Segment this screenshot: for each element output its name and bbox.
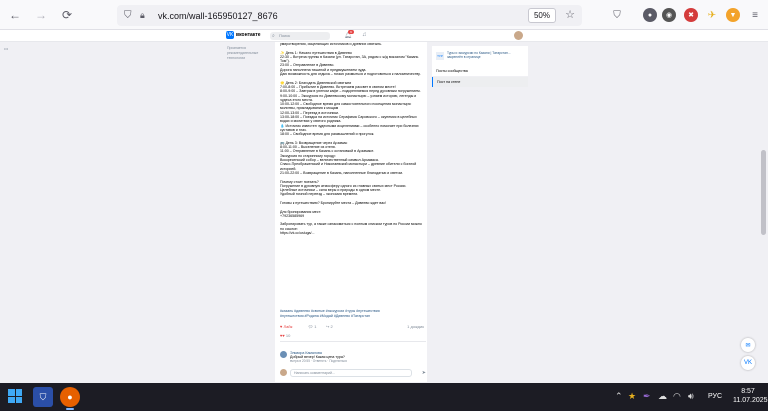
- clock-date: 11.07.2025: [733, 397, 768, 404]
- vk-float-button[interactable]: VK: [741, 356, 755, 370]
- vk-logo-text: вконтакте: [236, 32, 261, 38]
- windows-start-icon[interactable]: [8, 389, 22, 403]
- extension-icon[interactable]: ◉: [662, 8, 676, 22]
- comment-avatar[interactable]: [280, 351, 287, 358]
- vk-logo-icon: VK: [226, 31, 234, 39]
- my-avatar: [280, 369, 287, 376]
- firefox-icon[interactable]: ●: [60, 387, 80, 407]
- search-placeholder: Поиск: [279, 33, 291, 38]
- menu-icon[interactable]: ≡: [748, 8, 762, 22]
- share-button[interactable]: ↪ 2: [326, 324, 333, 329]
- heart-icon: ♥♥: [280, 333, 285, 338]
- vk-messages-float-icon[interactable]: ✉: [741, 338, 755, 352]
- zoom-button[interactable]: 50%: [527, 8, 556, 23]
- user-avatar[interactable]: [514, 31, 523, 40]
- address-bar[interactable]: ⛉ 🔒︎ vk.com/wall-165950127_8676 50% ☆: [117, 5, 582, 26]
- comment-input-row: Написать комментарий... ➤: [280, 369, 426, 377]
- rocket-icon[interactable]: ✈: [705, 8, 719, 22]
- like-button[interactable]: ♥ Лайк: [280, 324, 292, 329]
- post-hashtags[interactable]: #казань #дивеево #святые #экскурсии #тур…: [280, 309, 426, 318]
- reload-icon[interactable]: ⟳: [56, 4, 78, 26]
- clock-time: 8:57: [741, 388, 755, 395]
- music-icon[interactable]: ♫: [362, 32, 367, 38]
- volume-icon[interactable]: 🔊︎: [688, 391, 694, 402]
- side-link-community-posts[interactable]: Посты сообщества: [432, 66, 528, 76]
- left-sidebar-text[interactable]: Признается рекомендательные технологии: [227, 46, 272, 61]
- language-indicator[interactable]: РУС: [708, 393, 722, 400]
- scrollbar-thumb[interactable]: [761, 150, 766, 235]
- group-card[interactable]: ТУР Туры и экскурсии по Казани | Татарст…: [432, 46, 528, 66]
- search-icon: ⌕: [272, 33, 275, 39]
- like-label: Лайк: [283, 324, 293, 329]
- post-actions: ♥ Лайк 💬︎ 1 ↪ 2 1 дождик: [280, 324, 426, 332]
- left-menu-icon[interactable]: •••: [4, 46, 8, 51]
- group-card-text[interactable]: Туры и экскурсии по Казани | Татарстан..…: [447, 51, 525, 59]
- comment-meta[interactable]: вчера в 20:55 · Ответить · Поделиться: [290, 359, 347, 363]
- share-count: 2: [330, 324, 333, 329]
- clock[interactable]: 8:57 11.07.2025: [733, 387, 768, 405]
- forward-arrow-icon[interactable]: →: [30, 4, 52, 26]
- pocket-icon[interactable]: ⛉: [610, 8, 624, 22]
- tray-feather-icon[interactable]: ✒: [643, 391, 651, 402]
- vk-header: [0, 30, 768, 42]
- adblock-icon[interactable]: ✖: [684, 8, 698, 22]
- tray-app-icon[interactable]: ★: [628, 391, 636, 402]
- notification-badge: 9: [348, 30, 354, 34]
- comment-count: 1: [314, 324, 317, 329]
- views-count: 1 дождик: [407, 324, 424, 329]
- lock-icon[interactable]: 🔒︎: [140, 10, 152, 21]
- shield-icon[interactable]: ⛉: [124, 10, 136, 21]
- wifi-icon[interactable]: ◠: [673, 391, 681, 402]
- bookmark-star-icon[interactable]: ☆: [565, 8, 575, 21]
- vk-search-input[interactable]: ⌕ Поиск: [270, 32, 330, 40]
- comment-input[interactable]: Написать комментарий...: [290, 369, 412, 377]
- divider: [280, 341, 426, 342]
- reacts-count: 10: [285, 333, 291, 338]
- shield-app-icon[interactable]: ⛉: [33, 387, 53, 407]
- comment-button[interactable]: 💬︎ 1: [308, 324, 316, 329]
- vk-logo[interactable]: VK вконтакте: [226, 31, 261, 39]
- active-app-indicator: [66, 408, 74, 410]
- reactions-summary[interactable]: ♥♥ 10: [280, 333, 290, 338]
- back-arrow-icon[interactable]: ←: [4, 4, 26, 26]
- tray-cloud-icon[interactable]: ☁: [658, 391, 667, 402]
- account-icon[interactable]: ●: [643, 8, 657, 22]
- send-icon[interactable]: ➤: [422, 370, 426, 376]
- url-text[interactable]: vk.com/wall-165950127_8676: [158, 11, 278, 21]
- group-thumbnail: ТУР: [436, 52, 444, 60]
- brave-shield-icon[interactable]: ▼: [726, 8, 740, 22]
- tray-expand-icon[interactable]: ⌃: [615, 391, 623, 402]
- windows-taskbar: ⛉ ● ⌃ ★ ✒ ☁ ◠ 🔊︎: [0, 383, 768, 411]
- post-body: умиротворения, исцеляющих источников и д…: [280, 42, 422, 236]
- side-link-wall-post[interactable]: Пост на стене: [432, 77, 528, 87]
